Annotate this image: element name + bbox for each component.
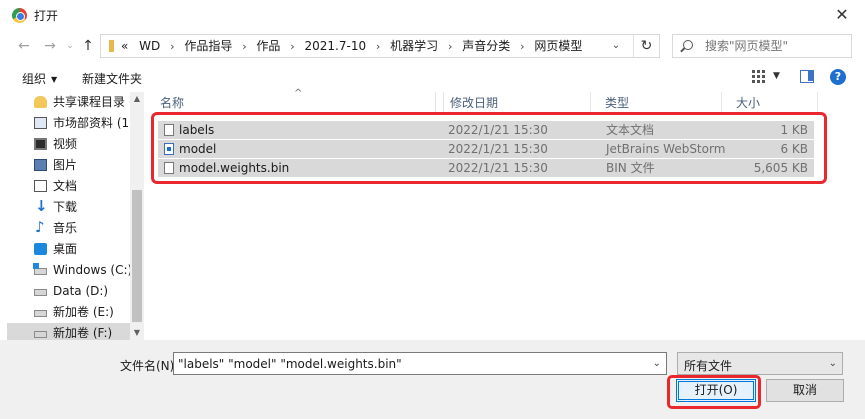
chevron-down-icon[interactable]: ⌄	[829, 358, 837, 369]
navigation-pane: 共享课程目录 (1 市场部资料 (192 视频 图片 文档 下载 音乐 桌面 W…	[0, 92, 130, 340]
forward-arrow-icon[interactable]: →	[40, 36, 60, 56]
breadcrumb-item-sound[interactable]: 声音分类	[462, 35, 510, 57]
sidebar-item-drive-c[interactable]: Windows (C:)	[30, 260, 130, 280]
breadcrumb-separator-icon[interactable]: ›	[290, 36, 294, 58]
filename-input[interactable]	[178, 355, 638, 372]
network-drive-icon	[34, 117, 47, 129]
organize-button[interactable]: 组织 ▼	[22, 70, 57, 87]
breadcrumb-item-date[interactable]: 2021.7-10	[305, 35, 367, 57]
new-folder-button[interactable]: 新建文件夹	[82, 70, 142, 87]
search-input[interactable]	[705, 37, 845, 55]
download-icon	[34, 196, 48, 216]
view-dropdown-icon[interactable]: ▼	[773, 71, 780, 81]
breadcrumb-item-ml[interactable]: 机器学习	[390, 35, 438, 57]
column-header-date[interactable]: 修改日期	[435, 92, 591, 114]
scroll-down-icon[interactable]: ▼	[130, 326, 144, 340]
sidebar-item-label: 桌面	[53, 242, 78, 256]
window-title: 打开	[34, 9, 59, 23]
music-icon	[34, 217, 47, 237]
scrollbar-thumb[interactable]	[132, 190, 142, 322]
sidebar-item-music[interactable]: 音乐	[30, 217, 130, 238]
sidebar-item-label: 图片	[53, 158, 78, 172]
search-icon	[683, 40, 693, 50]
breadcrumb-overflow[interactable]: «	[121, 35, 128, 57]
preview-pane-icon[interactable]	[800, 70, 814, 83]
breadcrumb: « WD › 作品指导 › 作品 › 2021.7-10 › 机器学习 › 声音…	[119, 35, 582, 57]
organize-label: 组织	[22, 72, 47, 86]
breadcrumb-item-wd[interactable]: WD	[139, 35, 160, 57]
title-bar: 打开 ✕	[0, 0, 865, 30]
sidebar-item-label: Data (D:)	[53, 284, 109, 298]
view-options-icon[interactable]	[752, 70, 768, 84]
sidebar-item-drive-e[interactable]: 新加卷 (E:)	[30, 302, 130, 322]
breadcrumb-separator-icon[interactable]: ›	[448, 36, 452, 58]
pictures-icon	[34, 159, 47, 171]
sidebar-item-label: 新加卷 (F:)	[53, 326, 113, 340]
back-arrow-icon[interactable]: ←	[14, 36, 34, 56]
user-folder-icon	[34, 96, 47, 108]
sidebar-item-label: 共享课程目录 (1	[53, 95, 130, 109]
breadcrumb-separator-icon[interactable]: ›	[170, 36, 174, 58]
column-header-name[interactable]: 名称 ^	[146, 88, 444, 114]
sidebar-item-label: 文档	[53, 179, 78, 193]
refresh-icon[interactable]: ↻	[633, 35, 659, 57]
sidebar-item-downloads[interactable]: 下载	[30, 196, 130, 217]
scroll-up-icon[interactable]: ▲	[130, 92, 144, 106]
sidebar-item-label: Windows (C:)	[53, 263, 130, 277]
desktop-icon	[34, 243, 47, 255]
sidebar-item-marketing[interactable]: 市场部资料 (192	[30, 113, 130, 133]
breadcrumb-separator-icon[interactable]: ›	[242, 36, 246, 58]
recent-locations-chevron-icon[interactable]: ⌄	[60, 36, 80, 56]
address-bar[interactable]: « WD › 作品指导 › 作品 › 2021.7-10 › 机器学习 › 声音…	[100, 34, 660, 58]
drive-icon	[34, 331, 47, 338]
filename-label: 文件名(N):	[120, 359, 179, 373]
address-dropdown-icon[interactable]: ⌄	[605, 35, 627, 57]
sidebar-item-label: 音乐	[53, 221, 78, 235]
windows-drive-icon	[33, 263, 47, 275]
folder-icon	[106, 40, 118, 52]
sidebar-item-drive-f[interactable]: 新加卷 (F:)	[7, 323, 130, 340]
column-header-size[interactable]: 大小	[722, 92, 818, 114]
selection-annotation-box	[151, 112, 827, 184]
sidebar-item-desktop[interactable]: 桌面	[30, 239, 130, 259]
sidebar-item-label: 市场部资料 (192	[53, 116, 130, 130]
sidebar-item-label: 新加卷 (E:)	[53, 305, 114, 319]
open-button-annotation-box	[667, 375, 761, 409]
breadcrumb-separator-icon[interactable]: ›	[520, 36, 524, 58]
drive-icon	[34, 289, 47, 296]
sidebar-item-label: 下载	[53, 200, 78, 214]
sidebar-item-label: 视频	[53, 137, 78, 151]
up-arrow-icon[interactable]: ↑	[78, 36, 98, 56]
breadcrumb-item-webmodel[interactable]: 网页模型	[534, 35, 582, 57]
sidebar-item-shared-courses[interactable]: 共享课程目录 (1	[30, 92, 130, 112]
filename-combobox[interactable]: ⌄	[173, 352, 667, 375]
breadcrumb-item-works[interactable]: 作品	[256, 35, 280, 57]
search-box[interactable]	[672, 34, 852, 58]
column-header-label: 名称	[160, 96, 185, 110]
close-icon[interactable]: ✕	[825, 2, 859, 28]
chrome-app-icon	[12, 8, 27, 23]
sidebar-item-videos[interactable]: 视频	[30, 134, 130, 154]
sidebar-scrollbar[interactable]: ▲ ▼	[130, 92, 144, 340]
cancel-button[interactable]: 取消	[766, 379, 844, 402]
filetype-select[interactable]: 所有文件 ⌄	[677, 352, 843, 375]
chevron-down-icon[interactable]: ⌄	[653, 358, 661, 369]
sidebar-item-documents[interactable]: 文档	[30, 176, 130, 196]
breadcrumb-item-guidance[interactable]: 作品指导	[184, 35, 232, 57]
navigation-bar: ← → ⌄ ↑ « WD › 作品指导 › 作品 › 2021.7-10 › 机…	[0, 30, 865, 62]
filetype-value: 所有文件	[684, 359, 733, 373]
documents-icon	[34, 180, 47, 192]
breadcrumb-separator-icon[interactable]: ›	[376, 36, 380, 58]
column-header-type[interactable]: 类型	[591, 92, 722, 114]
help-icon[interactable]: ?	[830, 69, 846, 85]
drive-icon	[34, 310, 47, 317]
sidebar-item-pictures[interactable]: 图片	[30, 155, 130, 175]
organize-caret-icon: ▼	[51, 75, 58, 84]
video-icon	[34, 138, 47, 150]
sidebar-item-drive-d[interactable]: Data (D:)	[30, 281, 130, 301]
sort-ascending-icon: ^	[294, 88, 303, 99]
command-toolbar: 组织 ▼ 新建文件夹	[0, 64, 865, 92]
